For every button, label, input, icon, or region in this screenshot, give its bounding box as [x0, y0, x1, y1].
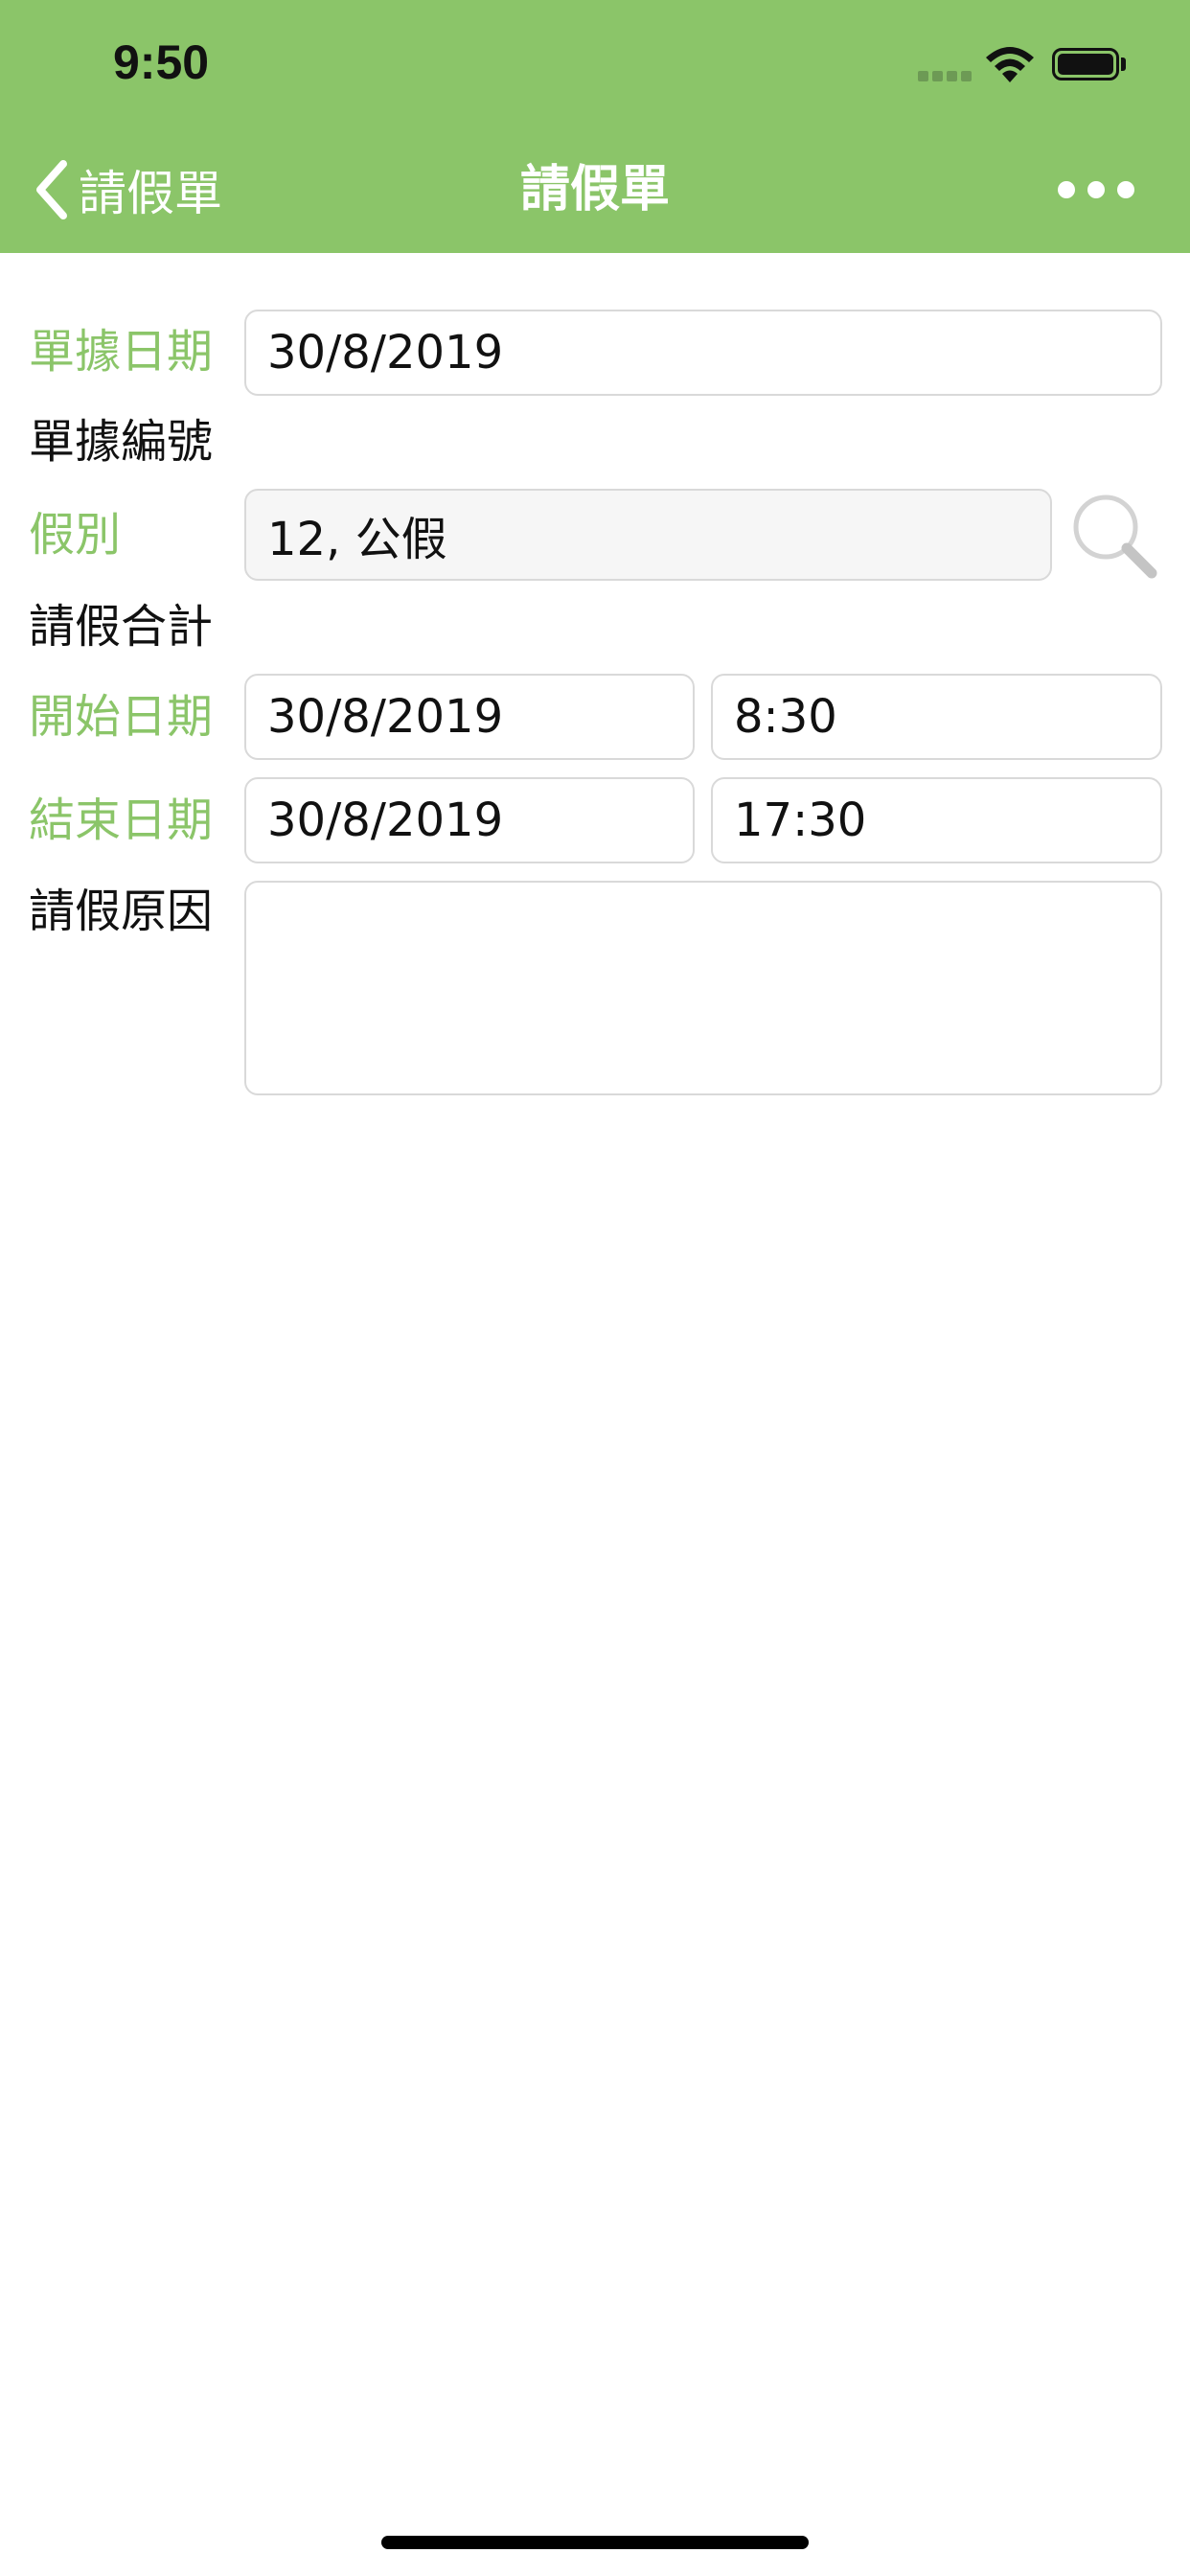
battery-icon	[1052, 48, 1119, 80]
ellipsis-dot	[1117, 181, 1134, 198]
leave-type-field: 12, 公假	[244, 489, 1052, 581]
start-time-field[interactable]: 8:30	[711, 674, 1162, 760]
start-date-label: 開始日期	[29, 690, 214, 744]
doc-no-label: 單據編號	[29, 415, 214, 469]
search-icon[interactable]	[1069, 491, 1159, 581]
ellipsis-icon	[1058, 181, 1075, 198]
reason-label: 請假原因	[29, 885, 214, 938]
end-date-label: 結束日期	[29, 794, 214, 847]
signal-icon	[918, 71, 972, 82]
end-date-field[interactable]: 30/8/2019	[244, 777, 695, 863]
app-header: 9:50 請假單 請假單	[0, 0, 1190, 253]
start-date-field[interactable]: 30/8/2019	[244, 674, 695, 760]
doc-date-field[interactable]: 30/8/2019	[244, 310, 1162, 396]
doc-date-label: 單據日期	[29, 325, 214, 379]
end-time-field[interactable]: 17:30	[711, 777, 1162, 863]
reason-textarea[interactable]	[244, 881, 1162, 1095]
home-indicator	[381, 2536, 809, 2549]
page-title: 請假單	[519, 161, 670, 218]
more-button[interactable]	[1058, 171, 1134, 209]
ellipsis-dot	[1087, 181, 1105, 198]
leave-total-label: 請假合計	[29, 600, 214, 654]
wifi-icon	[986, 47, 1034, 82]
battery-cap	[1121, 58, 1126, 71]
leave-type-label: 假別	[29, 508, 122, 562]
status-time: 9:50	[113, 35, 210, 89]
